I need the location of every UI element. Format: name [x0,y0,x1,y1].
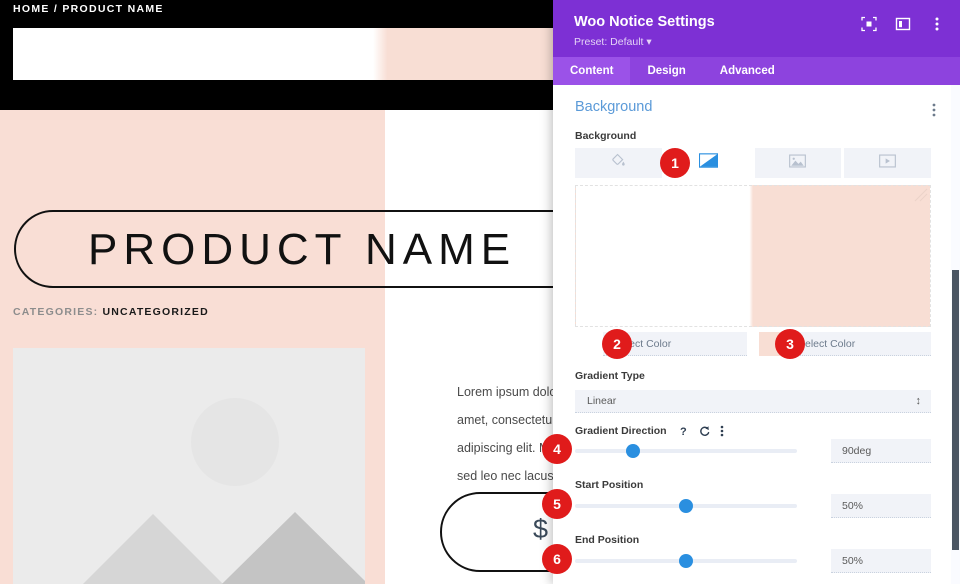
background-field-label: Background [575,130,637,142]
categories-value[interactable]: UNCATEGORIZED [102,306,208,318]
chevron-down-icon: ▾ [646,36,652,48]
end-position-value[interactable]: 50% [831,549,931,573]
annotation-badge-4: 4 [542,434,572,464]
gradient-direction-track[interactable] [575,449,797,453]
background-color-tab[interactable] [575,148,662,178]
gradient-direction-label: Gradient Direction ? [575,425,724,437]
background-video-tab[interactable] [844,148,931,178]
resize-handle-icon[interactable] [914,188,928,202]
annotation-badge-2: 2 [602,329,632,359]
start-position-thumb[interactable] [679,499,693,513]
categories-label: CATEGORIES: [13,306,99,318]
panel-tabs: Content Design Advanced [553,57,960,85]
start-position-label: Start Position [575,479,644,491]
image-icon [789,153,807,173]
end-position-slider-row: 50% [575,549,931,573]
annotation-badge-5: 5 [542,489,572,519]
settings-panel-header: Woo Notice Settings Preset: Default ▾ [553,0,960,57]
panel-header-icons [860,15,946,33]
annotation-badge-6: 6 [542,544,572,574]
breadcrumb[interactable]: HOME / PRODUCT NAME [13,2,164,16]
background-image-tab[interactable] [754,148,842,178]
gradient-direction-slider-row: 90deg [575,439,931,463]
placeholder-sun-icon [191,398,279,486]
reset-icon[interactable] [699,425,711,437]
tab-design[interactable]: Design [630,57,702,85]
preset-label: Preset: Default [574,36,644,48]
annotation-badge-1: 1 [660,148,690,178]
paint-bucket-icon [611,153,626,173]
start-position-value[interactable]: 50% [831,494,931,518]
screenshot-root: HOME / PRODUCT NAME PRODUCT NAME CATEGOR… [0,0,960,584]
gradient-direction-thumb[interactable] [626,444,640,458]
background-section-heading[interactable]: Background [575,99,652,115]
settings-panel: Woo Notice Settings Preset: Default ▾ Co… [553,0,960,584]
end-position-label: End Position [575,534,640,546]
panel-scrollbar-thumb[interactable] [952,270,959,550]
placeholder-mountain-back-icon [163,512,365,584]
gradient-start-swatch[interactable] [575,332,603,356]
preset-selector[interactable]: Preset: Default ▾ [574,36,652,48]
gradient-direction-kebab-icon[interactable] [720,425,724,437]
tab-content[interactable]: Content [553,57,631,85]
product-image-placeholder[interactable] [13,348,365,584]
product-price: $ [533,514,549,544]
gradient-direction-value[interactable]: 90deg [831,439,931,463]
gradient-end-color-label[interactable]: Select Color [787,332,931,356]
layout-columns-icon[interactable] [894,15,912,33]
categories-line: CATEGORIES: UNCATEGORIZED [13,306,209,318]
annotation-badge-3: 3 [775,329,805,359]
start-position-slider-row: 50% [575,494,931,518]
tab-advanced[interactable]: Advanced [703,57,792,85]
gradient-icon [698,153,718,173]
page-title: Woo Notice Settings [574,14,715,30]
select-arrows-icon: ↕ [915,395,922,407]
gradient-type-value: Linear [587,395,617,407]
kebab-menu-icon[interactable] [928,15,946,33]
gradient-start-color[interactable]: Select Color [575,332,747,356]
help-icon[interactable]: ? [679,425,690,437]
end-position-thumb[interactable] [679,554,693,568]
gradient-type-label: Gradient Type [575,370,645,382]
background-type-tabs [575,148,931,178]
svg-text:?: ? [680,426,687,437]
gradient-type-select[interactable]: Linear ↕ [575,390,931,413]
panel-scrollbar[interactable] [951,85,960,584]
focus-icon[interactable] [860,15,878,33]
gradient-preview[interactable] [575,185,931,327]
video-icon [879,153,897,173]
product-title: PRODUCT NAME [88,225,517,274]
section-kebab-menu-icon[interactable] [932,103,936,122]
gradient-direction-label-text: Gradient Direction [575,425,667,437]
gradient-direction-controls: ? [679,425,724,437]
